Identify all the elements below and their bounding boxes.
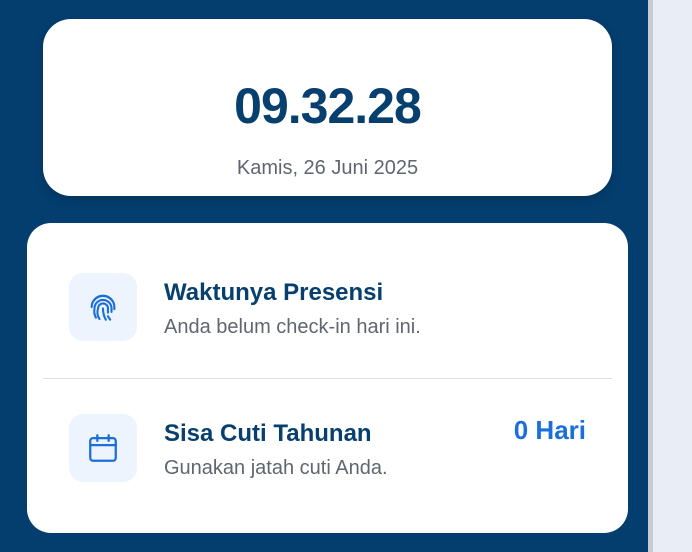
leave-balance-item[interactable]: Sisa Cuti Tahunan Gunakan jatah cuti And…	[27, 380, 628, 520]
attendance-icon-box	[69, 273, 137, 341]
window-divider	[648, 0, 653, 552]
fingerprint-icon	[90, 294, 116, 321]
clock-time: 09.32.28	[234, 78, 422, 134]
info-card: Waktunya Presensi Anda belum check-in ha…	[27, 223, 628, 533]
attendance-item[interactable]: Waktunya Presensi Anda belum check-in ha…	[27, 239, 628, 379]
app-panel: 09.32.28 Kamis, 26 Juni 2025 Waktunya Pr…	[0, 0, 648, 552]
leave-balance-value: 0 Hari	[513, 415, 586, 445]
leave-icon-box	[69, 414, 137, 482]
divider	[43, 378, 612, 379]
leave-subtitle: Gunakan jatah cuti Anda.	[164, 457, 388, 479]
clock-date: Kamis, 26 Juni 2025	[236, 157, 419, 179]
attendance-title: Waktunya Presensi	[164, 279, 384, 306]
calendar-icon	[89, 434, 117, 462]
leave-title: Sisa Cuti Tahunan	[164, 420, 372, 447]
attendance-subtitle: Anda belum check-in hari ini.	[164, 316, 421, 338]
clock-card: 09.32.28 Kamis, 26 Juni 2025	[43, 19, 612, 196]
